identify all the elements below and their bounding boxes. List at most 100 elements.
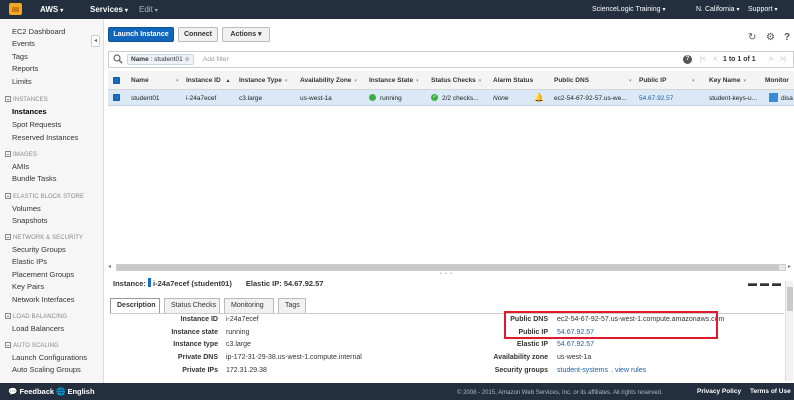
column-header-name[interactable]: Name — [131, 76, 149, 85]
sort-icon[interactable]: ▾ — [689, 76, 695, 86]
column-header-alarm-status[interactable]: Alarm Status — [493, 76, 533, 85]
filter-chip-key: Name — [131, 56, 149, 63]
gear-icon[interactable]: ⚙ — [766, 32, 775, 43]
refresh-icon[interactable]: ↻ — [748, 32, 756, 43]
last-page-icon[interactable]: >| — [780, 55, 786, 65]
label-instance-state: Instance state — [171, 329, 218, 336]
panel-resize-handle[interactable]: • • • — [440, 272, 453, 277]
sort-icon[interactable]: ▾ — [173, 76, 179, 86]
next-page-icon[interactable]: > — [769, 55, 773, 65]
sidebar-section-network-security[interactable]: NETWORK & SECURITY — [5, 234, 83, 243]
collapse-icon — [5, 151, 11, 157]
sidebar-item-events[interactable]: Events — [12, 39, 35, 49]
privacy-policy-link[interactable]: Privacy Policy — [697, 387, 741, 397]
sidebar-item-amis[interactable]: AMIs — [12, 162, 29, 172]
connect-button[interactable]: Connect — [178, 27, 218, 42]
sidebar-item-key-pairs[interactable]: Key Pairs — [12, 282, 44, 292]
filter-help-icon[interactable]: ? — [683, 55, 692, 64]
value-elastic-ip[interactable]: 54.67.92.57 — [557, 340, 594, 349]
edit-menu[interactable]: Edit ▾ — [139, 4, 158, 17]
feedback-link[interactable]: 💬 Feedback — [8, 387, 54, 397]
sidebar-collapse-button[interactable]: ◂ — [91, 35, 100, 47]
column-header-instance-type[interactable]: Instance Type ▾ — [239, 76, 287, 86]
chevron-down-icon: ▾ — [736, 7, 740, 13]
sidebar-item-load-balancers[interactable]: Load Balancers — [12, 324, 64, 334]
sidebar-item-auto-scaling-groups[interactable]: Auto Scaling Groups — [12, 365, 81, 375]
sidebar-item-bundle-tasks[interactable]: Bundle Tasks — [12, 174, 56, 184]
tab-status-checks[interactable]: Status Checks — [164, 298, 220, 313]
cell-public-ip[interactable]: 54.67.92.57 — [639, 94, 673, 103]
first-page-icon[interactable]: |< — [700, 55, 706, 65]
sidebar-item-elastic-ips[interactable]: Elastic IPs — [12, 257, 47, 267]
sidebar-section-load-balancing[interactable]: LOAD BALANCING — [5, 313, 67, 322]
tab-description[interactable]: Description — [110, 298, 160, 314]
sidebar-item-launch-configurations[interactable]: Launch Configurations — [12, 353, 87, 363]
actions-dropdown[interactable]: Actions ▾ — [222, 27, 270, 42]
view-rules-link[interactable]: view rules — [615, 366, 646, 375]
sidebar-item-spot-requests[interactable]: Spot Requests — [12, 120, 61, 130]
sidebar-item-tags[interactable]: Tags — [12, 52, 28, 62]
terms-of-use-link[interactable]: Terms of Use — [750, 387, 791, 397]
help-icon[interactable]: ? — [784, 32, 794, 43]
aws-cube-logo-icon[interactable] — [9, 3, 22, 15]
table-row[interactable]: student01 i-24a7ecef c3.large us-west-1a… — [108, 90, 794, 106]
instance-color-marker — [148, 278, 152, 287]
scrollbar-thumb[interactable] — [787, 287, 793, 311]
split-view-bottom-icon[interactable]: ▬ — [748, 279, 757, 288]
detail-elastic-ip: Elastic IP: 54.67.92.57 — [245, 279, 324, 288]
sidebar-item-volumes[interactable]: Volumes — [12, 204, 41, 214]
support-menu[interactable]: Support ▾ — [748, 4, 778, 16]
scroll-left-icon[interactable]: ◂ — [108, 263, 111, 271]
sidebar-section-images[interactable]: IMAGES — [5, 151, 37, 160]
tab-monitoring[interactable]: Monitoring — [224, 298, 274, 313]
launch-instance-button[interactable]: Launch Instance — [108, 27, 174, 42]
column-header-instance-state[interactable]: Instance State ▾ — [369, 76, 419, 86]
details-vertical-scrollbar[interactable] — [785, 281, 793, 381]
horizontal-scrollbar[interactable] — [116, 264, 786, 271]
feedback-label: Feedback — [19, 387, 55, 396]
split-view-top-icon[interactable]: ▬ — [772, 279, 781, 288]
remove-filter-icon[interactable]: ⊗ — [185, 56, 190, 63]
sidebar-item-instances[interactable]: Instances — [12, 107, 47, 117]
column-header-status-checks[interactable]: Status Checks ▾ — [431, 76, 481, 86]
sort-icon: ▾ — [478, 78, 482, 84]
services-menu[interactable]: Services ▾ — [90, 4, 128, 17]
account-menu[interactable]: ScienceLogic Training ▾ — [592, 4, 666, 16]
sidebar-item-security-groups[interactable]: Security Groups — [12, 245, 66, 255]
alarm-bell-icon[interactable]: 🔔 — [534, 93, 544, 102]
filter-chip[interactable]: Name : student01 ⊗ — [127, 54, 194, 65]
sidebar-item-reserved-instances[interactable]: Reserved Instances — [12, 133, 78, 143]
add-filter-input[interactable]: Add filter — [203, 55, 229, 64]
sidebar-item-snapshots[interactable]: Snapshots — [12, 216, 47, 226]
column-header-public-ip[interactable]: Public IP — [639, 76, 666, 85]
cell-availability-zone: us-west-1a — [300, 95, 332, 102]
sidebar-item-limits[interactable]: Limits — [12, 77, 32, 87]
sidebar-item-ec2-dashboard[interactable]: EC2 Dashboard — [12, 27, 65, 37]
tab-tags[interactable]: Tags — [278, 298, 306, 313]
column-header-key-name[interactable]: Key Name ▾ — [709, 76, 746, 86]
scrollbar-thumb[interactable] — [117, 265, 779, 270]
aws-home-link[interactable]: AWS ▾ — [40, 4, 63, 17]
scroll-right-icon[interactable]: ▸ — [788, 263, 791, 271]
split-view-middle-icon[interactable]: ▬ — [760, 279, 769, 288]
sidebar-item-placement-groups[interactable]: Placement Groups — [12, 270, 74, 280]
collapse-icon — [5, 193, 11, 199]
sort-icon[interactable]: ▾ — [626, 76, 632, 86]
column-header-availability-zone[interactable]: Availability Zone ▾ — [300, 76, 357, 86]
language-selector[interactable]: 🌐 English — [56, 387, 95, 397]
previous-page-icon[interactable]: < — [713, 55, 717, 65]
row-checkbox[interactable] — [113, 94, 120, 101]
cell-key-name: student-keys-u... — [709, 95, 758, 102]
sidebar-section-ebs[interactable]: ELASTIC BLOCK STORE — [5, 193, 84, 202]
column-header-instance-id[interactable]: Instance ID ▲ — [186, 76, 230, 86]
sidebar-item-reports[interactable]: Reports — [12, 64, 38, 74]
sidebar-section-instances[interactable]: INSTANCES — [5, 96, 48, 105]
column-header-monitoring[interactable]: Monitor — [765, 76, 789, 85]
value-security-group[interactable]: student-systems — [557, 366, 608, 375]
region-menu[interactable]: N. California ▾ — [696, 4, 740, 16]
select-all-checkbox[interactable] — [113, 77, 120, 84]
column-label: Instance State — [369, 77, 414, 84]
column-header-public-dns[interactable]: Public DNS — [554, 76, 589, 85]
sidebar-item-network-interfaces[interactable]: Network Interfaces — [12, 295, 75, 305]
sidebar-section-auto-scaling[interactable]: AUTO SCALING — [5, 342, 59, 351]
